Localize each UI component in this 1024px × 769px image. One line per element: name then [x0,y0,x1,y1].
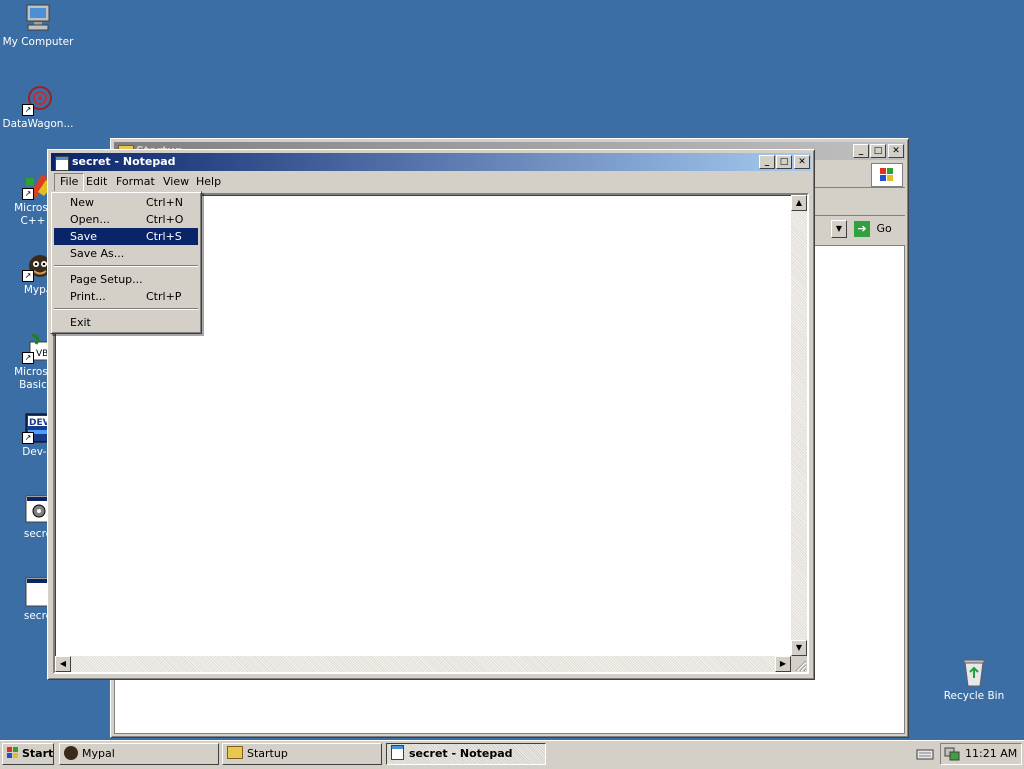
vertical-scrollbar[interactable]: ▲ ▼ [791,195,807,656]
scroll-right-button[interactable]: ▶ [775,656,791,672]
scroll-down-button[interactable]: ▼ [791,640,807,656]
menu-item-open[interactable]: Open... Ctrl+O [54,211,198,228]
close-button[interactable]: ✕ [794,155,810,169]
desktop-icon-datawagon[interactable]: ↗ DataWagon... [0,84,76,131]
menu-item-shortcut: Ctrl+P [146,290,182,303]
folder-icon [227,746,243,759]
menu-item-label: Save [70,230,98,243]
scroll-left-button[interactable]: ◀ [55,656,71,672]
menu-view[interactable]: View [158,173,194,190]
shortcut-arrow-icon: ↗ [22,104,34,116]
start-button[interactable]: Start [2,743,54,765]
menu-item-label: Print... [70,290,106,303]
menu-help[interactable]: Help [191,173,226,190]
menu-item-label: Save As... [70,247,125,260]
menu-item-save[interactable]: Save Ctrl+S [54,228,198,245]
horizontal-scrollbar[interactable]: ◀ ▶ [55,656,791,672]
desktop-icon-label: My Computer [2,36,74,48]
menu-item-shortcut: Ctrl+O [146,213,184,226]
menu-item-save-as[interactable]: Save As... [54,245,198,262]
keyboard-icon[interactable] [916,746,934,762]
computer-icon [22,2,54,34]
menu-separator [54,308,198,310]
close-button[interactable]: ✕ [888,144,904,158]
windows-logo-icon [871,163,903,187]
notepad-titlebar[interactable]: secret - Notepad _ □ ✕ [51,153,811,171]
desktop-icon-my-computer[interactable]: My Computer [0,2,76,49]
notepad-title: secret - Notepad [72,155,176,168]
menu-item-shortcut: Ctrl+S [146,230,182,243]
shortcut-arrow-icon: ↗ [22,352,34,364]
maximize-button[interactable]: □ [870,144,886,158]
notepad-icon [391,745,404,760]
file-menu-dropdown: New Ctrl+N Open... Ctrl+O Save Ctrl+S Sa… [50,191,202,334]
menu-item-new[interactable]: New Ctrl+N [54,194,198,211]
menu-item-exit[interactable]: Exit [54,314,198,331]
menu-format[interactable]: Format [111,173,160,190]
notepad-menubar: File Edit Format View Help [51,172,811,192]
menu-item-shortcut: Ctrl+N [146,196,184,209]
notepad-icon [55,156,69,171]
menu-item-print[interactable]: Print... Ctrl+P [54,288,198,305]
menu-separator [54,265,198,267]
network-icon[interactable] [944,746,960,762]
desktop-icon-label: DataWagon... [2,118,74,130]
recycle-bin-icon [958,656,990,688]
scroll-up-button[interactable]: ▲ [791,195,807,211]
taskbar: Start Mypal Startup secret - Notepad 11:… [0,740,1024,769]
taskbar-button-mypal[interactable]: Mypal [59,743,219,765]
mypal-icon [64,746,78,760]
datawagon-icon: ↗ [22,84,54,116]
shortcut-arrow-icon: ↗ [22,432,34,444]
shortcut-arrow-icon: ↗ [22,188,34,200]
shortcut-arrow-icon: ↗ [22,270,34,282]
menu-item-label: New [70,196,94,209]
minimize-button[interactable]: _ [759,155,775,169]
go-button[interactable]: ➔ Go [854,220,892,238]
address-dropdown-button[interactable]: ▼ [831,220,847,238]
taskbar-button-notepad[interactable]: secret - Notepad [386,743,546,765]
system-tray: 11:21 AM [940,743,1022,765]
minimize-button[interactable]: _ [853,144,869,158]
go-label: Go [876,222,892,235]
menu-item-label: Open... [70,213,110,226]
taskbar-button-label: Mypal [82,747,115,760]
menu-file[interactable]: File [54,173,85,192]
go-arrow-icon: ➔ [854,221,870,237]
taskbar-button-startup[interactable]: Startup [222,743,382,765]
windows-flag-icon [6,746,20,760]
start-label: Start [22,747,54,760]
desktop-icon-recycle-bin[interactable]: Recycle Bin [936,656,1012,703]
menu-edit[interactable]: Edit [81,173,112,190]
taskbar-button-label: Startup [247,747,288,760]
resize-grip[interactable] [791,656,807,672]
maximize-button[interactable]: □ [776,155,792,169]
clock[interactable]: 11:21 AM [965,744,1017,764]
desktop-icon-label: Recycle Bin [943,690,1005,702]
menu-item-label: Page Setup... [70,273,143,286]
menu-item-page-setup[interactable]: Page Setup... [54,271,198,288]
menu-item-label: Exit [70,316,91,329]
taskbar-button-label: secret - Notepad [409,747,513,760]
